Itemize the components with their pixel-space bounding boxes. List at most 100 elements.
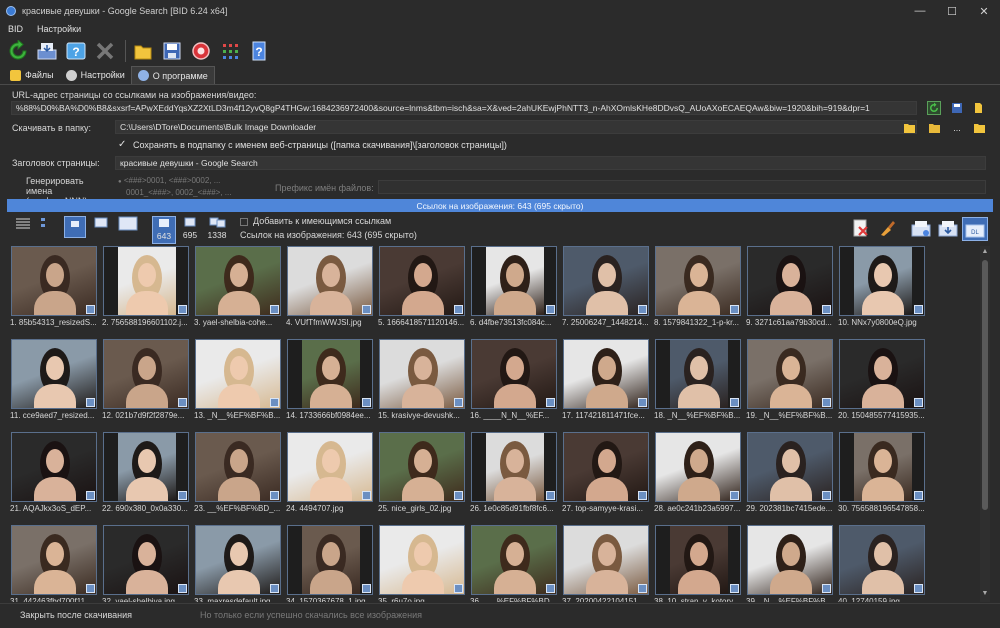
thumbnail-item[interactable]: 14. 1733666bf0984ee... — [284, 339, 376, 432]
thumbnail-image[interactable] — [471, 246, 557, 316]
filter-shown-button[interactable]: 643 — [152, 216, 176, 244]
thumbnail-item[interactable]: 10. NNx7y0800eQ.jpg — [836, 246, 928, 339]
thumbnail-image[interactable] — [103, 339, 189, 409]
thumbnail-image[interactable] — [195, 432, 281, 502]
tab-files[interactable]: Файлы — [4, 66, 60, 84]
thumbnail-image[interactable] — [563, 525, 649, 595]
subfolder-checkbox[interactable]: ✓ Сохранять в подпапку с именем веб-стра… — [118, 140, 507, 151]
view-small-thumbs-icon[interactable] — [64, 216, 86, 238]
thumbnail-item[interactable]: 3. yael-shelbia-cohe... — [192, 246, 284, 339]
thumbnail-item[interactable]: 19. _N__%EF%BF%B... — [744, 339, 836, 432]
folder-input[interactable]: C:\Users\DTore\Documents\Bulk Image Down… — [115, 120, 917, 134]
download-selected-icon[interactable] — [910, 218, 932, 238]
menu-settings[interactable]: Настройки — [37, 24, 81, 34]
thumbnail-image[interactable] — [747, 525, 833, 595]
thumbnail-image[interactable] — [563, 432, 649, 502]
thumbnail-item[interactable]: 20. 150485577415935... — [836, 339, 928, 432]
thumbnail-item[interactable]: 6. d4fbe73513fc084c... — [468, 246, 560, 339]
thumbnail-item[interactable]: 4. VUfTfmWWJSI.jpg — [284, 246, 376, 339]
thumbnail-item[interactable]: 13. _N__%EF%BF%B... — [192, 339, 284, 432]
thumbnail-item[interactable]: 8. 1579841322_1-p-kr... — [652, 246, 744, 339]
thumbnail-item[interactable]: 37. 20200422104151... — [560, 525, 652, 602]
folder-icon[interactable] — [130, 38, 156, 64]
record-icon[interactable] — [188, 38, 214, 64]
thumbnail-item[interactable]: 1. 85b54313_resizedS... — [8, 246, 100, 339]
thumbnail-image[interactable] — [655, 246, 741, 316]
filter-all-button[interactable]: 1338 — [205, 216, 229, 244]
thumbnail-image[interactable] — [195, 339, 281, 409]
thumbnail-image[interactable] — [655, 432, 741, 502]
thumbnail-item[interactable]: 32. yael-shelbiya.jpg — [100, 525, 192, 602]
help-icon[interactable]: ? — [63, 38, 89, 64]
folder-icon[interactable] — [971, 100, 987, 116]
url-input[interactable]: %88%D0%BA%D0%B8&sxsrf=APwXEddYqsXZ2XtLD3… — [11, 101, 917, 115]
thumbnail-image[interactable] — [655, 525, 741, 595]
thumbnail-image[interactable] — [471, 432, 557, 502]
scroll-down-icon[interactable]: ▼ — [980, 590, 990, 600]
thumbnail-image[interactable] — [287, 525, 373, 595]
thumbnail-item[interactable]: 18. _N__%EF%BF%B... — [652, 339, 744, 432]
thumbnail-image[interactable] — [287, 432, 373, 502]
scroll-up-icon[interactable]: ▲ — [980, 248, 990, 258]
save-icon[interactable] — [949, 100, 965, 116]
refresh-icon[interactable] — [926, 100, 942, 116]
thumbnail-image[interactable] — [379, 432, 465, 502]
thumbnail-item[interactable]: 27. top-samyye-krasi... — [560, 432, 652, 525]
thumbnail-item[interactable]: 33. maxresdefault.jpg — [192, 525, 284, 602]
thumbnail-image[interactable] — [563, 339, 649, 409]
page-title-input[interactable]: красивые девушки - Google Search — [115, 156, 986, 170]
close-button[interactable]: ✕ — [968, 0, 1000, 22]
folder-icon[interactable] — [971, 120, 987, 136]
thumbnail-image[interactable] — [11, 339, 97, 409]
download-icon[interactable] — [34, 38, 60, 64]
thumbnail-item[interactable]: 24. 4494707.jpg — [284, 432, 376, 525]
thumbnail-item[interactable]: 28. ae0c241b23a5997... — [652, 432, 744, 525]
thumbnail-item[interactable]: 2. 756588196601102.j... — [100, 246, 192, 339]
delete-icon[interactable] — [851, 218, 871, 238]
gen-names-option-1[interactable]: ● <###>0001, <###>0002, ... — [118, 176, 220, 185]
thumbnail-item[interactable]: 12. 021b7d9f2f2879e... — [100, 339, 192, 432]
thumbnail-image[interactable] — [747, 246, 833, 316]
thumbnail-item[interactable]: 38. 10_stran_v_kotory... — [652, 525, 744, 602]
thumbnail-image[interactable] — [379, 525, 465, 595]
thumbnail-image[interactable] — [471, 339, 557, 409]
thumbnail-item[interactable]: 22. 690x380_0x0a330... — [100, 432, 192, 525]
stop-icon[interactable] — [92, 38, 118, 64]
thumbnail-item[interactable]: 17. 117421811471fce... — [560, 339, 652, 432]
tab-settings[interactable]: Настройки — [60, 66, 131, 84]
thumbnail-item[interactable]: 30. 756588196547858... — [836, 432, 928, 525]
thumbnail-image[interactable] — [11, 246, 97, 316]
thumbnail-image[interactable] — [839, 339, 925, 409]
thumbnail-item[interactable]: 21. AQAJkx3oS_dEP... — [8, 432, 100, 525]
thumbnail-image[interactable] — [11, 432, 97, 502]
thumbnail-image[interactable] — [103, 246, 189, 316]
thumbnail-item[interactable]: 35. r6u7o.jpg — [376, 525, 468, 602]
thumbnail-image[interactable] — [839, 525, 925, 595]
thumbnail-item[interactable]: 7. 25006247_1448214... — [560, 246, 652, 339]
thumbnail-item[interactable]: 31. 442463fbd700f11... — [8, 525, 100, 602]
thumbnail-image[interactable] — [471, 525, 557, 595]
browse-button[interactable]: ... — [949, 120, 965, 136]
thumbnail-item[interactable]: 5. 1666418571120146... — [376, 246, 468, 339]
thumbnail-image[interactable] — [839, 246, 925, 316]
view-details-icon[interactable] — [36, 216, 54, 244]
view-medium-thumbs-icon[interactable] — [92, 216, 110, 244]
menu-bid[interactable]: BID — [8, 24, 23, 34]
download-all-icon[interactable] — [937, 218, 959, 238]
view-list-icon[interactable] — [14, 216, 32, 244]
thumbnail-item[interactable]: 26. 1e0c85d91fbf8fc6... — [468, 432, 560, 525]
thumbnail-image[interactable] — [379, 246, 465, 316]
save-icon[interactable] — [159, 38, 185, 64]
info-icon[interactable]: ? — [246, 38, 272, 64]
thumbnail-item[interactable]: 11. cce9aed7_resized... — [8, 339, 100, 432]
thumbnail-image[interactable] — [563, 246, 649, 316]
add-links-checkbox[interactable]: Добавить к имеющимся ссылкам — [240, 216, 391, 226]
scrollbar-thumb[interactable] — [982, 260, 988, 510]
thumbnail-item[interactable]: 16. ____N_N__%EF... — [468, 339, 560, 432]
thumbnail-item[interactable]: 39. _N__%EF%BF%B... — [744, 525, 836, 602]
minimize-button[interactable]: — — [904, 0, 936, 22]
thumbnail-image[interactable] — [747, 432, 833, 502]
thumbnail-item[interactable]: 34. 1570367678_1.jpg — [284, 525, 376, 602]
clear-icon[interactable] — [877, 218, 897, 238]
thumbnail-item[interactable]: 36. ___%EF%BF%BD... — [468, 525, 560, 602]
